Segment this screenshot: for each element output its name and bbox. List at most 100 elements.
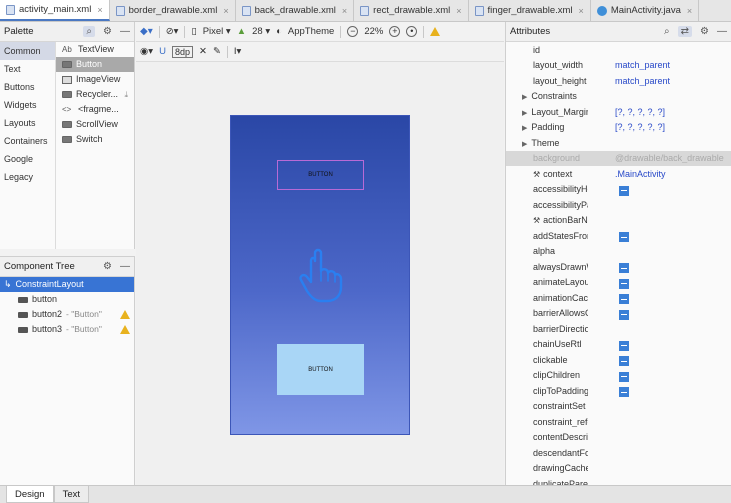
attribute-value[interactable]: match_parent bbox=[588, 60, 731, 70]
warning-icon[interactable] bbox=[430, 27, 441, 36]
tree-row[interactable]: button2- "Button" bbox=[0, 307, 134, 322]
magnet-icon[interactable]: U bbox=[159, 46, 166, 57]
clear-constraints-icon[interactable]: ✕ bbox=[199, 46, 207, 57]
flag-toggle-icon[interactable] bbox=[619, 278, 629, 289]
attribute-value[interactable] bbox=[588, 183, 731, 196]
attribute-row[interactable]: clipToPadding bbox=[506, 383, 731, 399]
flag-toggle-icon[interactable] bbox=[619, 232, 629, 242]
attribute-value[interactable] bbox=[588, 276, 731, 289]
infer-constraints-icon[interactable]: ✎ bbox=[213, 46, 221, 57]
attribute-row[interactable]: drawingCacheQuality bbox=[506, 461, 731, 477]
attribute-row[interactable]: id bbox=[506, 42, 731, 58]
editor-tab[interactable]: rect_drawable.xml × bbox=[354, 0, 469, 21]
palette-category[interactable]: Widgets bbox=[0, 96, 55, 114]
chevron-right-icon[interactable]: ▶ bbox=[522, 94, 527, 101]
attribute-row[interactable]: ▶ Theme bbox=[506, 135, 731, 151]
attribute-value[interactable] bbox=[588, 369, 731, 382]
attribute-value[interactable] bbox=[588, 338, 731, 351]
preview-button-top[interactable]: BUTTON bbox=[277, 160, 364, 190]
attribute-row[interactable]: accessibilityHeading bbox=[506, 182, 731, 198]
attribute-row[interactable]: background @drawable/back_drawable bbox=[506, 150, 731, 166]
attribute-row[interactable]: ▶ Padding [?, ?, ?, ?, ?] bbox=[506, 120, 731, 136]
device-icon[interactable]: ▯ bbox=[191, 26, 196, 37]
api-select[interactable]: 28 ▾ bbox=[252, 26, 270, 37]
attribute-value[interactable]: [?, ?, ?, ?, ?] bbox=[588, 122, 731, 132]
attribute-row[interactable]: ▶ Constraints bbox=[506, 89, 731, 105]
editor-tab[interactable]: finger_drawable.xml × bbox=[469, 0, 591, 21]
attribute-row[interactable]: descendantFocusability bbox=[506, 445, 731, 461]
gear-icon[interactable]: ⚙ bbox=[103, 26, 112, 37]
attribute-row[interactable]: barrierAllowsGoneWidgets bbox=[506, 306, 731, 322]
attribute-row[interactable]: alwaysDrawnWithCache bbox=[506, 259, 731, 275]
attribute-value[interactable] bbox=[588, 230, 731, 242]
zoom-out-button[interactable]: − bbox=[347, 26, 359, 37]
warning-icon[interactable] bbox=[120, 310, 130, 319]
attribute-value[interactable]: @drawable/back_drawable bbox=[588, 153, 731, 163]
attribute-value[interactable] bbox=[588, 385, 731, 397]
search-icon[interactable]: ⌕ bbox=[83, 26, 96, 37]
palette-item[interactable]: Button bbox=[56, 57, 134, 72]
zoom-fit-button[interactable]: • bbox=[406, 26, 418, 37]
attribute-row[interactable]: contentDescription bbox=[506, 430, 731, 446]
close-icon[interactable]: × bbox=[97, 5, 102, 15]
palette-item[interactable]: Switch bbox=[56, 132, 134, 147]
flag-toggle-icon[interactable] bbox=[619, 340, 629, 351]
close-icon[interactable]: × bbox=[579, 6, 584, 16]
palette-category[interactable]: Text bbox=[0, 60, 55, 78]
palette-category[interactable]: Layouts bbox=[0, 114, 55, 132]
attribute-row[interactable]: ⚒ context .MainActivity bbox=[506, 166, 731, 182]
flag-toggle-icon[interactable] bbox=[619, 294, 629, 304]
chevron-right-icon[interactable]: ▶ bbox=[522, 125, 527, 132]
attribute-row[interactable]: constraint_referenced_ids bbox=[506, 414, 731, 430]
finger-drawable-icon[interactable] bbox=[297, 247, 343, 303]
search-icon[interactable]: ⌕ bbox=[664, 26, 670, 37]
attribute-row[interactable]: clickable bbox=[506, 352, 731, 368]
orientation-icon[interactable]: ⊘▾ bbox=[166, 26, 179, 37]
editor-tab[interactable]: border_drawable.xml × bbox=[110, 0, 236, 21]
attribute-value[interactable]: .MainActivity bbox=[588, 169, 731, 179]
swap-view-icon[interactable]: ⇄ bbox=[677, 26, 693, 37]
attribute-row[interactable]: animateLayoutChanges bbox=[506, 275, 731, 291]
attribute-row[interactable]: accessibilityPaneTitle bbox=[506, 197, 731, 213]
attribute-row[interactable]: clipChildren bbox=[506, 368, 731, 384]
tree-row[interactable]: ↳ ConstraintLayout bbox=[0, 277, 134, 292]
attribute-value[interactable] bbox=[588, 307, 731, 320]
palette-category[interactable]: Containers bbox=[0, 132, 55, 150]
close-icon[interactable]: × bbox=[223, 6, 228, 16]
palette-item[interactable]: Ab TextView bbox=[56, 42, 134, 57]
default-margin-field[interactable]: 8dp bbox=[171, 45, 193, 58]
attribute-value[interactable] bbox=[588, 354, 731, 366]
theme-icon[interactable]: ◐ bbox=[276, 26, 282, 37]
attribute-row[interactable]: animationCache bbox=[506, 290, 731, 306]
gear-icon[interactable]: ⚙ bbox=[700, 26, 709, 37]
chevron-right-icon[interactable]: ▶ bbox=[522, 141, 527, 148]
theme-select[interactable]: AppTheme bbox=[288, 26, 334, 37]
eye-icon[interactable]: ◉▾ bbox=[140, 46, 153, 57]
flag-toggle-icon[interactable] bbox=[619, 387, 629, 397]
flag-toggle-icon[interactable] bbox=[619, 185, 629, 196]
align-icon[interactable]: I▾ bbox=[234, 46, 241, 57]
editor-tab[interactable]: MainActivity.java × bbox=[591, 0, 700, 21]
close-icon[interactable]: × bbox=[342, 6, 347, 16]
attribute-row[interactable]: ▶ Layout_Margin [?, ?, ?, ?, ?] bbox=[506, 104, 731, 120]
layers-icon[interactable]: ◆▾ bbox=[140, 26, 153, 37]
palette-category[interactable]: Common bbox=[0, 42, 55, 60]
bottom-tab-design[interactable]: Design bbox=[6, 486, 54, 503]
attribute-row[interactable]: constraintSet bbox=[506, 399, 731, 415]
close-icon[interactable]: × bbox=[456, 6, 461, 16]
palette-category[interactable]: Buttons bbox=[0, 78, 55, 96]
close-icon[interactable]: × bbox=[687, 6, 692, 16]
preview-button-bottom[interactable]: BUTTON bbox=[277, 344, 364, 395]
flag-toggle-icon[interactable] bbox=[619, 356, 629, 366]
attribute-value[interactable] bbox=[588, 261, 731, 273]
flag-toggle-icon[interactable] bbox=[619, 263, 629, 273]
tree-row[interactable]: button3- "Button" bbox=[0, 322, 134, 337]
attribute-value[interactable]: match_parent bbox=[588, 76, 731, 86]
minimize-icon[interactable]: — bbox=[120, 26, 130, 37]
minimize-icon[interactable]: — bbox=[120, 261, 130, 272]
flag-toggle-icon[interactable] bbox=[619, 309, 629, 320]
attribute-row[interactable]: layout_width match_parent bbox=[506, 58, 731, 74]
palette-item[interactable]: Recycler... ⤓ bbox=[56, 87, 134, 102]
zoom-in-button[interactable]: + bbox=[389, 26, 401, 37]
palette-item[interactable]: ScrollView bbox=[56, 117, 134, 132]
